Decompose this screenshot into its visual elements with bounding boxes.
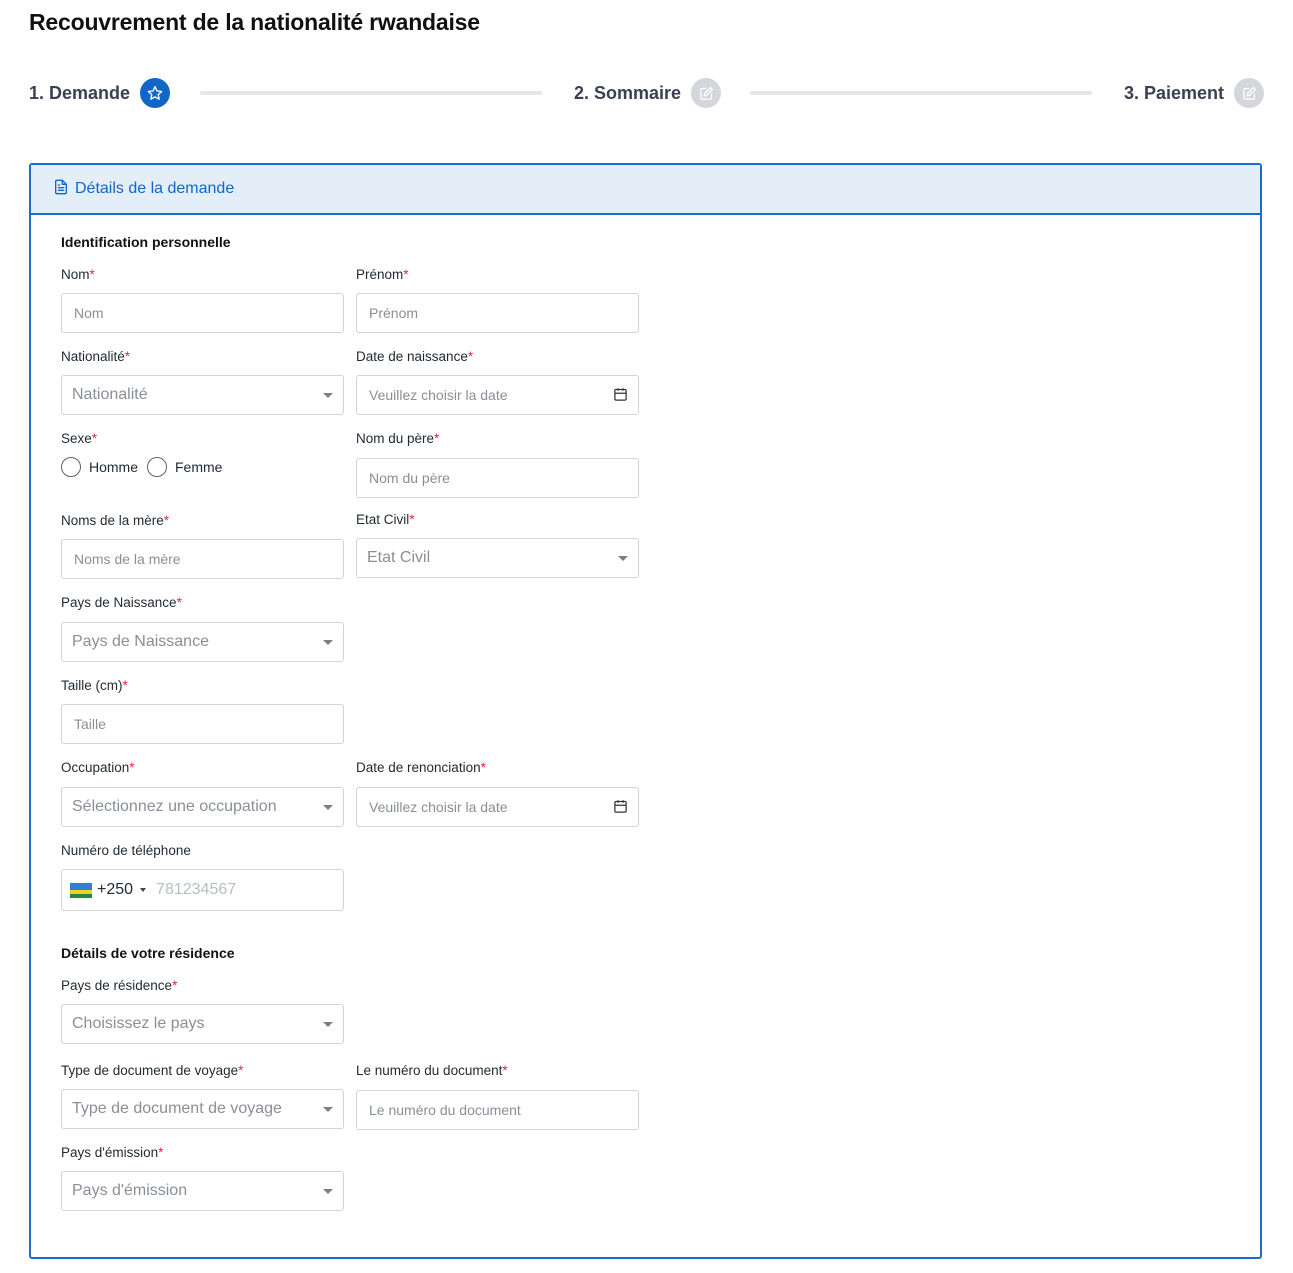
radio-homme[interactable]: Homme: [61, 457, 138, 477]
radio-label: Femme: [175, 459, 223, 475]
chevron-down-icon: [323, 393, 333, 398]
type-document-select[interactable]: Type de document de voyage: [61, 1089, 344, 1129]
etat-civil-label: Etat Civil*: [356, 512, 415, 527]
star-icon: [140, 78, 171, 108]
pays-emission-label: Pays d'émission*: [61, 1145, 164, 1160]
sexe-label: Sexe*: [61, 431, 98, 446]
date-renonciation-placeholder: Veuillez choisir la date: [369, 799, 508, 815]
occupation-select[interactable]: Sélectionnez une occupation: [61, 787, 344, 827]
step-paiement[interactable]: 3. Paiement: [1124, 78, 1265, 108]
date-naissance-label: Date de naissance*: [356, 349, 474, 364]
occupation-placeholder: Sélectionnez une occupation: [72, 798, 277, 815]
taille-label: Taille (cm)*: [61, 678, 128, 693]
chevron-down-icon: [323, 805, 333, 810]
rwanda-flag-icon[interactable]: [70, 882, 92, 898]
numero-document-label: Le numéro du document*: [356, 1063, 508, 1078]
occupation-label: Occupation*: [61, 760, 135, 775]
edit-icon: [1234, 78, 1265, 108]
numero-document-placeholder: Le numéro du document: [369, 1102, 521, 1118]
country-code[interactable]: +250: [97, 881, 133, 899]
radio-label: Homme: [89, 459, 139, 475]
calendar-icon[interactable]: [613, 387, 628, 405]
nom-pere-placeholder: Nom du père: [369, 470, 450, 486]
chevron-down-icon: [323, 1189, 333, 1194]
chevron-down-icon[interactable]: [140, 888, 147, 892]
step-label: 2. Sommaire: [574, 82, 682, 103]
pays-residence-select[interactable]: Choisissez le pays: [61, 1004, 344, 1044]
noms-mere-label: Noms de la mère*: [61, 513, 170, 528]
etat-civil-select[interactable]: Etat Civil: [356, 538, 639, 578]
nationalite-placeholder: Nationalité: [72, 386, 148, 403]
taille-input[interactable]: Taille: [61, 704, 344, 744]
noms-mere-placeholder: Noms de la mère: [74, 551, 181, 567]
noms-mere-input[interactable]: Noms de la mère: [61, 539, 344, 579]
step-connector: [750, 91, 1092, 95]
numero-document-input[interactable]: Le numéro du document: [356, 1090, 639, 1130]
telephone-placeholder: 781234567: [156, 881, 237, 898]
card-header: Détails de la demande: [31, 165, 1260, 215]
nationalite-select[interactable]: Nationalité: [61, 375, 344, 415]
chevron-down-icon: [618, 556, 628, 561]
pays-emission-select[interactable]: Pays d'émission: [61, 1171, 344, 1211]
nom-input[interactable]: Nom: [61, 293, 344, 333]
radio-femme[interactable]: Femme: [147, 457, 222, 477]
pays-residence-label: Pays de résidence*: [61, 978, 178, 993]
date-naissance-input[interactable]: Veuillez choisir la date: [356, 375, 639, 415]
prenom-label: Prénom*: [356, 267, 409, 282]
etat-civil-placeholder: Etat Civil: [367, 549, 431, 566]
radio-circle[interactable]: [61, 457, 81, 477]
type-document-placeholder: Type de document de voyage: [72, 1100, 282, 1117]
pays-naissance-select[interactable]: Pays de Naissance: [61, 622, 344, 662]
prenom-input[interactable]: Prénom: [356, 293, 639, 333]
step-connector: [200, 91, 542, 95]
card-title: Détails de la demande: [75, 180, 235, 197]
nationalite-label: Nationalité*: [61, 349, 131, 364]
pays-emission-placeholder: Pays d'émission: [72, 1182, 188, 1199]
telephone-input[interactable]: +250 781234567: [61, 869, 344, 911]
prenom-placeholder: Prénom: [369, 305, 419, 321]
calendar-icon[interactable]: [613, 799, 628, 817]
pays-naissance-label: Pays de Naissance*: [61, 595, 182, 610]
step-label: 3. Paiement: [1124, 82, 1225, 103]
nom-label: Nom*: [61, 267, 95, 282]
page-title: Recouvrement de la nationalité rwandaise: [29, 9, 480, 35]
radio-circle[interactable]: [147, 457, 167, 477]
date-naissance-placeholder: Veuillez choisir la date: [369, 387, 508, 403]
chevron-down-icon: [323, 1107, 333, 1112]
chevron-down-icon: [323, 1022, 333, 1027]
edit-icon: [691, 78, 722, 108]
taille-placeholder: Taille: [74, 716, 106, 732]
chevron-down-icon: [323, 640, 333, 645]
document-icon: [53, 178, 69, 201]
nom-pere-input[interactable]: Nom du père: [356, 458, 639, 498]
telephone-label: Numéro de téléphone: [61, 843, 191, 858]
step-demande[interactable]: 1. Demande: [29, 78, 171, 108]
pays-naissance-placeholder: Pays de Naissance: [72, 633, 209, 650]
date-renonciation-input[interactable]: Veuillez choisir la date: [356, 787, 639, 827]
application-details-card: Détails de la demande Identification per…: [29, 163, 1262, 1259]
nom-placeholder: Nom: [74, 305, 104, 321]
section-title-residence: Détails de votre résidence: [61, 945, 235, 961]
section-title-personal: Identification personnelle: [61, 234, 231, 250]
step-sommaire[interactable]: 2. Sommaire: [574, 78, 722, 108]
date-renonciation-label: Date de renonciation*: [356, 760, 486, 775]
pays-residence-placeholder: Choisissez le pays: [72, 1015, 205, 1032]
type-document-label: Type de document de voyage*: [61, 1063, 244, 1078]
nom-pere-label: Nom du père*: [356, 431, 440, 446]
step-label: 1. Demande: [29, 82, 131, 103]
